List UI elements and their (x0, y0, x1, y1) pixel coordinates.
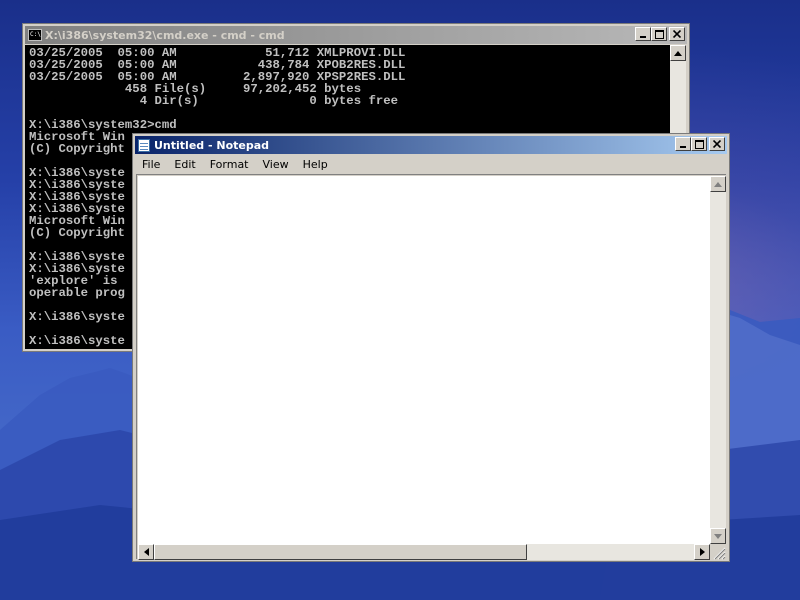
notepad-close-button[interactable] (709, 137, 725, 151)
maximize-icon (654, 29, 664, 39)
menu-file[interactable]: File (135, 155, 167, 174)
notepad-window[interactable]: Untitled - Notepad File Edit Format View… (132, 133, 730, 562)
notepad-scroll-up-button[interactable] (710, 176, 726, 192)
notepad-maximize-button[interactable] (691, 137, 707, 151)
arrow-up-icon (714, 181, 722, 187)
menu-format[interactable]: Format (203, 155, 256, 174)
arrow-right-icon (699, 548, 705, 556)
notepad-scroll-right-button[interactable] (694, 544, 710, 560)
menu-edit[interactable]: Edit (167, 155, 202, 174)
notepad-size-grip[interactable] (710, 544, 726, 560)
notepad-titlebar[interactable]: Untitled - Notepad (135, 136, 727, 154)
minimize-icon (640, 36, 646, 38)
cmd-line: (C) Copyright (29, 226, 125, 240)
cmd-minimize-button[interactable] (635, 27, 651, 41)
cmd-close-button[interactable] (669, 27, 685, 41)
cmd-icon[interactable] (28, 29, 42, 41)
close-icon (673, 30, 681, 38)
cmd-line: X:\i386\syste (29, 334, 125, 348)
menu-help[interactable]: Help (296, 155, 335, 174)
cmd-title: X:\i386\system32\cmd.exe - cmd - cmd (45, 28, 285, 42)
cmd-line: (C) Copyright (29, 142, 125, 156)
arrow-left-icon (143, 548, 149, 556)
notepad-text-area[interactable] (138, 176, 710, 544)
notepad-client-area (136, 174, 726, 560)
arrow-down-icon (714, 533, 722, 539)
close-icon (713, 140, 721, 148)
notepad-menubar: File Edit Format View Help (135, 155, 727, 174)
notepad-vertical-scrollbar[interactable] (710, 176, 726, 544)
cmd-maximize-button[interactable] (651, 27, 667, 41)
notepad-icon[interactable] (138, 138, 150, 152)
notepad-horizontal-scrollbar[interactable] (138, 544, 710, 560)
notepad-scroll-down-button[interactable] (710, 528, 726, 544)
notepad-scroll-left-button[interactable] (138, 544, 154, 560)
maximize-icon (694, 139, 704, 149)
notepad-title: Untitled - Notepad (154, 138, 270, 152)
minimize-icon (680, 146, 686, 148)
cmd-line: 4 Dir(s) 0 bytes free (139, 94, 398, 108)
arrow-up-icon (674, 50, 682, 56)
cmd-line: operable prog (29, 286, 125, 300)
notepad-minimize-button[interactable] (675, 137, 691, 151)
notepad-horizontal-scroll-thumb[interactable] (154, 544, 527, 560)
cmd-scroll-up-button[interactable] (670, 45, 686, 61)
menu-view[interactable]: View (256, 155, 296, 174)
cmd-line: X:\i386\syste (29, 310, 125, 324)
size-grip-icon (713, 547, 726, 560)
cmd-titlebar[interactable]: X:\i386\system32\cmd.exe - cmd - cmd (25, 26, 687, 44)
